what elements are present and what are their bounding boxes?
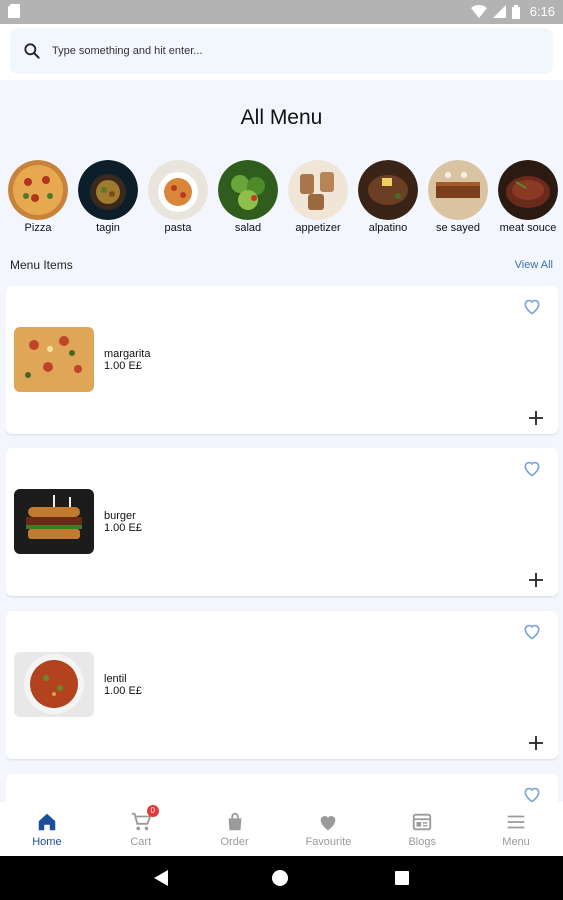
nav-item-menu[interactable]: Menu [469, 802, 563, 856]
category-image[interactable] [218, 160, 278, 220]
favourite-heart-icon[interactable] [522, 621, 542, 641]
cart-count-badge: 0 [146, 805, 159, 817]
nav-item-order[interactable]: Order [188, 802, 282, 856]
nav-item-favourite[interactable]: Favourite [281, 802, 375, 856]
nav-item-blogs[interactable]: Blogs [375, 802, 469, 856]
system-navigation-bar [0, 856, 563, 900]
nav-item-home[interactable]: Home [0, 802, 94, 856]
menu-item-price: 1.00 E£ [104, 360, 142, 372]
wifi-icon [470, 5, 487, 18]
category-image[interactable] [148, 160, 208, 220]
category-item-se-sayed[interactable]: se sayed [428, 160, 488, 238]
category-label: alpatino [368, 222, 408, 234]
category-label: Pizza [24, 222, 52, 234]
bottom-navigation: Home 0 Cart Order Favourite Blogs Menu [0, 802, 563, 856]
nav-label: Blogs [408, 835, 436, 848]
category-item-pasta[interactable]: pasta [148, 160, 208, 238]
bag-icon[interactable] [224, 811, 246, 833]
category-image[interactable] [358, 160, 418, 220]
menu-item-list: margarita 1.00 E£ burger 1.00 E£ lentil … [6, 286, 558, 802]
recent-apps-button[interactable] [395, 871, 409, 885]
category-item-pizza[interactable]: Pizza [8, 160, 68, 238]
category-list: Pizza tagin pasta salad appetizer alpati… [8, 160, 563, 238]
category-label: se sayed [435, 222, 481, 234]
menu-item-card[interactable] [6, 774, 558, 802]
category-label: salad [234, 222, 262, 234]
menu-item-card[interactable]: margarita 1.00 E£ [6, 286, 558, 434]
category-label: meat souce [499, 222, 557, 234]
home-button[interactable] [272, 870, 288, 886]
menu-item-image[interactable] [14, 652, 94, 717]
nav-label: Home [32, 835, 62, 848]
search-icon[interactable] [22, 41, 42, 61]
battery-icon [511, 4, 520, 19]
menu-item-card[interactable]: lentil 1.00 E£ [6, 611, 558, 759]
nav-label: Favourite [305, 835, 352, 848]
menu-item-image[interactable] [14, 327, 94, 392]
heart-icon[interactable] [317, 811, 339, 833]
status-icons: 6:16 [470, 4, 555, 19]
status-bar: 6:16 [0, 0, 563, 24]
page-title: All Menu [240, 106, 323, 129]
category-image[interactable] [498, 160, 558, 220]
favourite-heart-icon[interactable] [522, 296, 542, 316]
search-bar[interactable] [10, 28, 553, 74]
category-image[interactable] [8, 160, 68, 220]
category-item-salad[interactable]: salad [218, 160, 278, 238]
menu-item-name: burger [104, 510, 136, 522]
menu-icon[interactable] [505, 811, 527, 833]
nav-label: Menu [502, 835, 530, 848]
home-icon[interactable] [36, 811, 58, 833]
back-icon[interactable] [154, 870, 168, 886]
category-image[interactable] [428, 160, 488, 220]
category-label: appetizer [295, 222, 341, 234]
menu-item-image[interactable] [14, 489, 94, 554]
view-all-link[interactable]: View All [515, 259, 553, 271]
menu-item-card[interactable]: burger 1.00 E£ [6, 448, 558, 596]
favourite-heart-icon[interactable] [522, 458, 542, 478]
menu-item-price: 1.00 E£ [104, 522, 142, 534]
category-item-alpatino[interactable]: alpatino [358, 160, 418, 238]
menu-items-header: Menu Items View All [10, 258, 553, 272]
sd-card-icon [8, 4, 20, 21]
menu-item-price: 1.00 E£ [104, 685, 142, 697]
nav-item-cart[interactable]: 0 Cart [94, 802, 188, 856]
category-label: tagin [96, 222, 120, 234]
blog-icon[interactable] [411, 811, 433, 833]
add-to-cart-plus-icon[interactable] [528, 735, 544, 751]
nav-label: Cart [130, 835, 152, 848]
category-image[interactable] [288, 160, 348, 220]
category-label: pasta [164, 222, 192, 234]
favourite-heart-icon[interactable] [522, 784, 542, 802]
signal-icon [492, 5, 506, 18]
search-bar-container [0, 24, 563, 80]
category-item-tagin[interactable]: tagin [78, 160, 138, 238]
status-time: 6:16 [529, 4, 555, 19]
category-item-appetizer[interactable]: appetizer [288, 160, 348, 238]
menu-item-name: margarita [104, 348, 151, 360]
menu-item-name: lentil [104, 673, 127, 685]
section-title: Menu Items [10, 258, 73, 272]
search-input[interactable] [52, 45, 502, 57]
add-to-cart-plus-icon[interactable] [528, 410, 544, 426]
category-image[interactable] [78, 160, 138, 220]
add-to-cart-plus-icon[interactable] [528, 572, 544, 588]
nav-label: Order [220, 835, 249, 848]
category-item-meat-souce[interactable]: meat souce [498, 160, 558, 238]
